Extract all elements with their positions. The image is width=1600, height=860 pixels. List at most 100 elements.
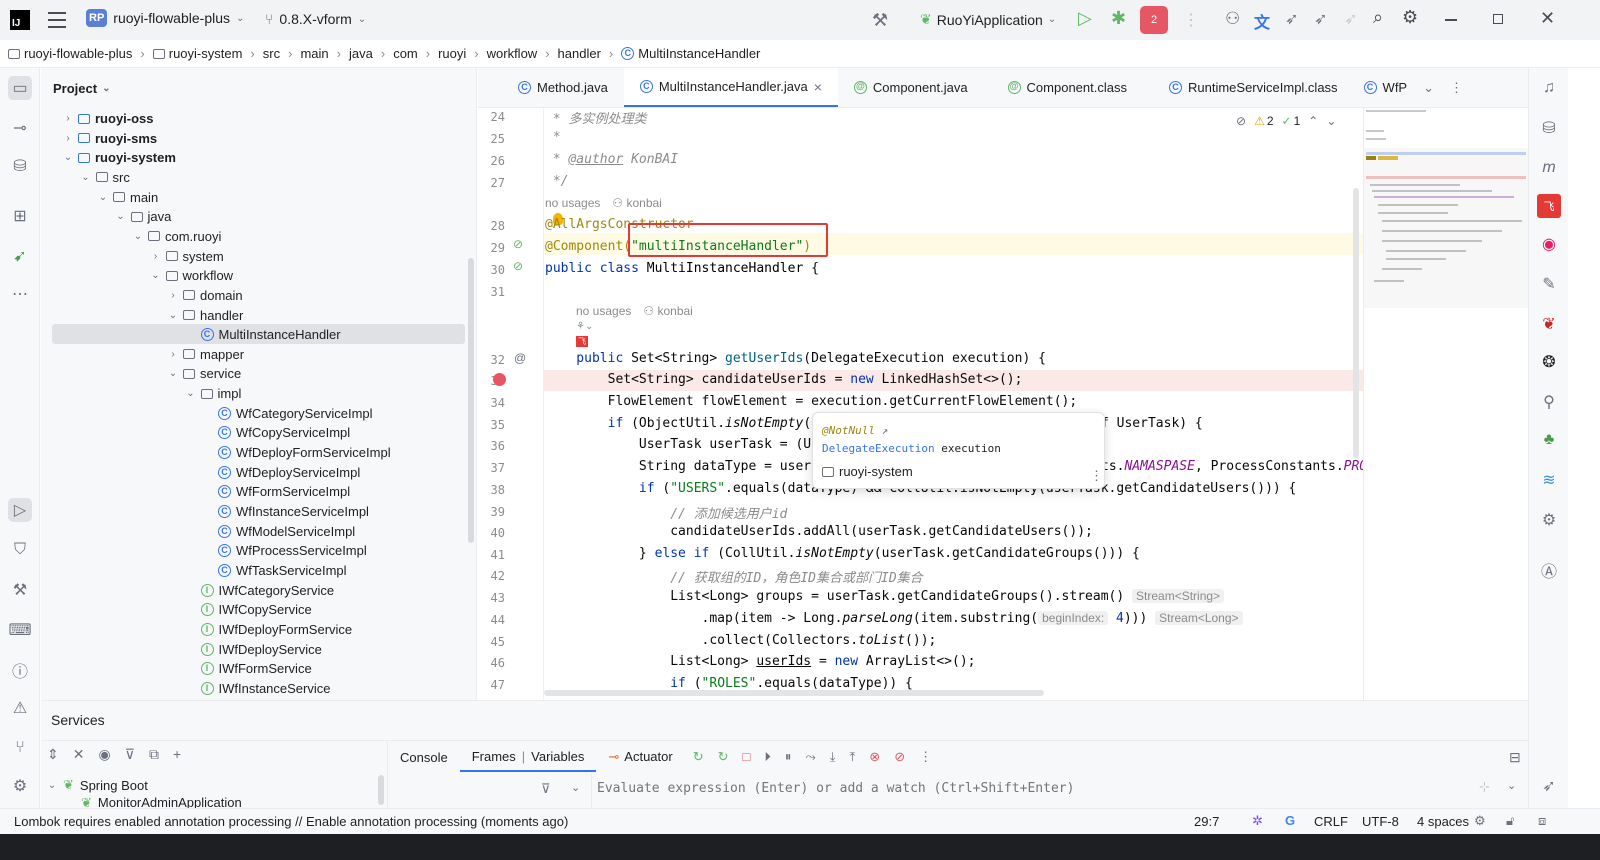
- tree-item[interactable]: C MultiInstanceHandler: [186, 325, 341, 344]
- quick-doc-popup[interactable]: @NotNull ↗ DelegateExecution execution r…: [812, 412, 1105, 489]
- tab-wfp[interactable]: C WfP: [1354, 68, 1416, 107]
- line-separator[interactable]: CRLF: [1314, 814, 1348, 829]
- view-eye-icon[interactable]: ◉: [98, 746, 110, 763]
- leaf-icon[interactable]: ♣: [1537, 428, 1561, 452]
- google-icon[interactable]: G: [1285, 813, 1295, 828]
- tab-console[interactable]: Console: [388, 750, 460, 765]
- breakpoint-icon[interactable]: [493, 373, 506, 386]
- project-panel-header[interactable]: Project ⌄: [41, 68, 476, 108]
- tabs-more-icon[interactable]: ⋮: [1442, 68, 1471, 107]
- tree-item[interactable]: › mapper: [168, 345, 244, 364]
- app-plugin-icon[interactable]: ◉: [1537, 232, 1561, 256]
- tree-item[interactable]: I IWfCategoryService: [186, 581, 334, 600]
- tree-item[interactable]: ⌄ src: [81, 168, 130, 187]
- run-icon[interactable]: ▷: [1078, 8, 1092, 29]
- chevron-down-icon[interactable]: ⌄: [168, 310, 178, 321]
- send-alt-icon[interactable]: ➶: [1314, 9, 1327, 29]
- warning-icon[interactable]: ⚠: [8, 696, 32, 720]
- line-number[interactable]: 42: [478, 569, 515, 583]
- popup-type-link[interactable]: DelegateExecution: [822, 442, 935, 455]
- usages-hint[interactable]: no usages ⚇ konbai: [545, 196, 662, 210]
- line-number[interactable]: 25: [478, 132, 515, 146]
- tree-item[interactable]: C WfDeployFormServiceImpl: [203, 443, 391, 462]
- tree-scrollbar[interactable]: [468, 258, 474, 543]
- tab-method-java[interactable]: C Method.java: [478, 68, 624, 107]
- pull-requests-icon[interactable]: ⛁: [8, 154, 32, 178]
- external-link-icon[interactable]: ↗: [882, 424, 889, 437]
- tree-item[interactable]: C WfFormServiceImpl: [203, 482, 350, 501]
- tab-component-java[interactable]: @ Component.java: [838, 68, 984, 107]
- line-number[interactable]: 35: [478, 418, 515, 432]
- caret-position[interactable]: 29:7: [1194, 814, 1219, 829]
- settings-gear-icon[interactable]: ⚙: [1402, 7, 1418, 28]
- line-number[interactable]: 38: [478, 483, 515, 497]
- tree-item[interactable]: ⌄ java: [116, 207, 171, 226]
- minimize-icon[interactable]: [1445, 19, 1457, 21]
- tree-item[interactable]: I IWfCopyService: [186, 600, 312, 619]
- crumb-java[interactable]: java: [347, 46, 375, 61]
- jrebel-icon[interactable]: ➹: [8, 244, 32, 268]
- history-chevron-icon[interactable]: ⌄: [1507, 779, 1516, 792]
- fy-plugin-icon[interactable]: 飞: [576, 336, 588, 347]
- line-number[interactable]: 39: [478, 505, 515, 519]
- network-icon[interactable]: ⚙: [1537, 508, 1561, 532]
- crumb-class[interactable]: C MultiInstanceHandler: [619, 46, 762, 61]
- chevron-down-icon[interactable]: ⌄: [1326, 114, 1336, 128]
- settings-icon[interactable]: ⚙: [1474, 813, 1486, 829]
- line-number[interactable]: 29: [478, 241, 515, 255]
- commit-icon[interactable]: ⊸: [8, 116, 32, 140]
- services-tree-scrollbar[interactable]: [378, 775, 384, 805]
- crumb-workflow[interactable]: workflow: [485, 46, 540, 61]
- tree-item[interactable]: ⌄ impl: [186, 384, 241, 403]
- popup-annotation[interactable]: @NotNull: [822, 424, 875, 437]
- step-out-icon[interactable]: ⤒: [850, 749, 856, 765]
- code-editor[interactable]: 2425262728293031323334353637383940414243…: [478, 108, 1363, 700]
- terminal-icon[interactable]: ⌨: [8, 618, 32, 642]
- maximize-icon[interactable]: [1493, 14, 1503, 24]
- chevron-right-icon[interactable]: ›: [168, 349, 178, 360]
- line-number[interactable]: 26: [478, 154, 515, 168]
- chevron-down-icon[interactable]: ⌄: [133, 231, 143, 242]
- resume-icon[interactable]: ⏵: [764, 749, 771, 765]
- line-number[interactable]: 31: [478, 285, 515, 299]
- chevron-down-icon[interactable]: ⌄: [98, 192, 108, 203]
- bookmarks-icon[interactable]: ⛉: [8, 538, 32, 562]
- add-icon[interactable]: +: [173, 746, 181, 763]
- usages-hint[interactable]: no usages ⚇ konbai: [576, 304, 693, 318]
- run-config-selector[interactable]: ❦ RuoYiApplication ⌄: [920, 11, 1056, 28]
- translate-icon[interactable]: 文: [1254, 9, 1270, 33]
- pause-icon[interactable]: ⏸: [785, 749, 792, 765]
- line-number[interactable]: 36: [478, 439, 515, 453]
- tree-item[interactable]: C WfDeployServiceImpl: [203, 463, 360, 482]
- services-tree-root[interactable]: ⌄ ❦ Spring Boot: [47, 777, 148, 793]
- evaluate-expression-input[interactable]: [597, 777, 1477, 799]
- tree-item[interactable]: ⌄ com.ruoyi: [133, 227, 222, 246]
- tab-actuator[interactable]: ⊸ Actuator: [596, 749, 684, 765]
- stack-icon[interactable]: ≋: [1537, 468, 1561, 492]
- line-number[interactable]: 34: [478, 396, 515, 410]
- tab-multiinstancehandler-java[interactable]: C MultiInstanceHandler.java ×: [623, 68, 838, 107]
- build-hammer-icon[interactable]: ⚒: [872, 10, 888, 31]
- tree-item[interactable]: ⌄ service: [168, 364, 241, 383]
- filter-icon[interactable]: ⊽: [125, 746, 135, 763]
- tree-item[interactable]: ⌄ ruoyi-system: [63, 148, 176, 167]
- more-vertical-icon[interactable]: ⋮: [1183, 10, 1199, 30]
- chevron-right-icon[interactable]: ›: [151, 251, 161, 262]
- database-icon[interactable]: ⛁: [1537, 116, 1561, 140]
- tree-item[interactable]: I IWfDeployFormService: [186, 620, 352, 639]
- fy-translate-icon[interactable]: 飞: [1537, 194, 1561, 218]
- tree-item[interactable]: C WfTaskServiceImpl: [203, 561, 347, 580]
- popup-more-icon[interactable]: ⋮: [1090, 468, 1103, 484]
- line-number[interactable]: 43: [478, 591, 515, 605]
- step-into-icon[interactable]: ⤓: [830, 749, 836, 765]
- chevron-right-icon[interactable]: ›: [63, 133, 73, 144]
- status-message[interactable]: Lombok requires enabled annotation proce…: [14, 814, 568, 829]
- layout-icon[interactable]: ⊟: [1509, 749, 1521, 766]
- services-icon[interactable]: ▷: [8, 498, 32, 522]
- view-breakpoints-icon[interactable]: ⊗: [869, 749, 880, 765]
- crumb-ruoyi[interactable]: ruoyi: [436, 46, 468, 61]
- minimap-viewport[interactable]: [1364, 148, 1528, 308]
- tab-component-class[interactable]: @ Component.class: [984, 68, 1143, 107]
- maven-icon[interactable]: m: [1537, 156, 1561, 180]
- stop-button[interactable]: 2: [1140, 6, 1168, 34]
